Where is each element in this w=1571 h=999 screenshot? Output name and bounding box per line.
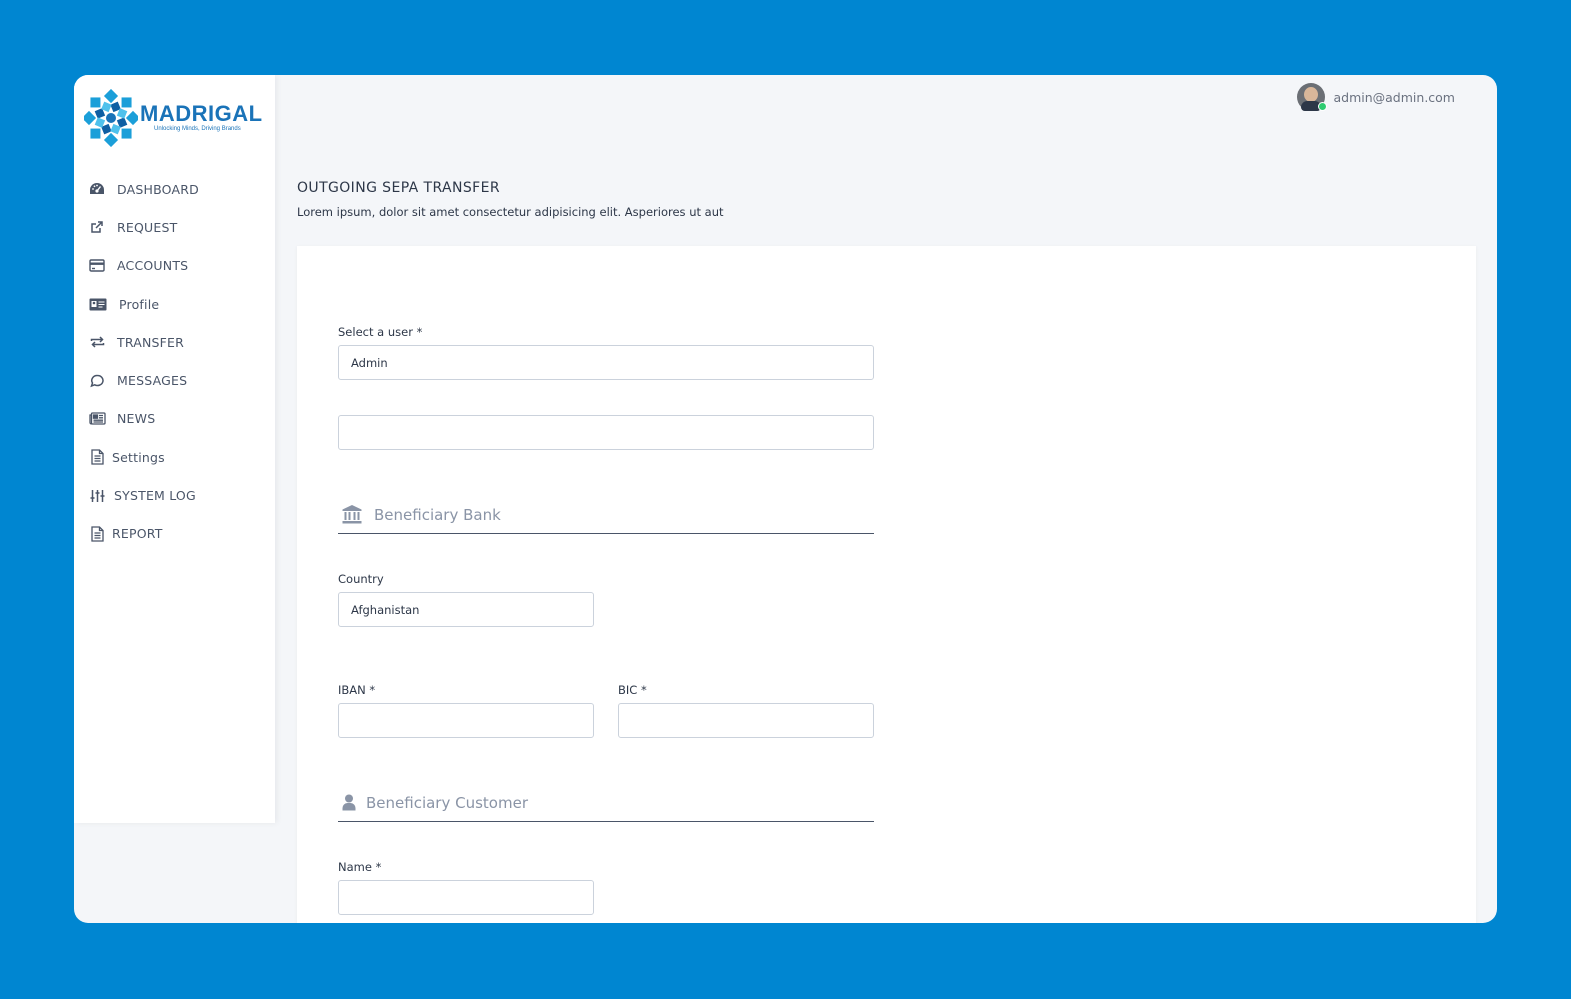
sidebar-item-messages[interactable]: MESSAGES	[74, 361, 275, 399]
secondary-select-field[interactable]	[338, 415, 874, 450]
sidebar-item-request[interactable]: REQUEST	[74, 208, 275, 246]
brand-name: MADRIGAL	[140, 101, 263, 126]
country-field[interactable]: Afghanistan	[338, 592, 594, 627]
sidebar-item-label: REQUEST	[117, 219, 178, 235]
sidebar-item-report[interactable]: REPORT	[74, 515, 275, 553]
dashboard-gauge-icon	[88, 181, 106, 197]
avatar[interactable]	[1297, 83, 1328, 111]
sidebar-item-label: REPORT	[112, 526, 163, 542]
bank-icon	[342, 505, 362, 524]
sidebar-item-label: ACCOUNTS	[117, 258, 189, 274]
id-card-icon	[88, 296, 108, 312]
beneficiary-customer-title: Beneficiary Customer	[366, 793, 528, 812]
sidebar-item-news[interactable]: NEWS	[74, 400, 275, 438]
sidebar-item-settings[interactable]: Settings	[74, 438, 275, 476]
iban-field[interactable]	[338, 703, 594, 738]
sidebar-item-label: TRANSFER	[117, 334, 185, 350]
sliders-icon	[88, 488, 106, 504]
user-menu[interactable]: admin@admin.com	[1297, 83, 1455, 111]
beneficiary-bank-title: Beneficiary Bank	[374, 505, 501, 524]
sidebar-item-label: SYSTEM LOG	[114, 488, 196, 504]
sidebar-item-accounts[interactable]: ACCOUNTS	[74, 247, 275, 285]
sidebar: MADRIGAL Unlocking Minds, Driving Brands…	[74, 75, 275, 823]
sidebar-item-label: Profile	[119, 296, 160, 312]
credit-card-icon	[88, 258, 106, 274]
bic-field[interactable]	[618, 703, 874, 738]
external-link-icon	[88, 219, 106, 235]
page-header: OUTGOING SEPA TRANSFER Lorem ipsum, dolo…	[297, 180, 724, 219]
user-email: admin@admin.com	[1333, 89, 1455, 105]
transfer-form-card: Select a user * Admin Beneficiary Bank C…	[297, 246, 1476, 923]
country-label: Country	[338, 572, 384, 586]
online-status-icon	[1318, 102, 1328, 111]
brand-tagline: Unlocking Minds, Driving Brands	[154, 126, 241, 132]
sidebar-item-system-log[interactable]: SYSTEM LOG	[74, 476, 275, 514]
sidebar-nav: DASHBOARD REQUEST ACCOUNTS Profile TRANS…	[74, 170, 275, 553]
user-icon	[342, 794, 356, 811]
transfer-arrows-icon	[88, 334, 106, 350]
name-field[interactable]	[338, 880, 594, 915]
madrigal-logo-icon	[84, 89, 138, 147]
bic-label: BIC *	[618, 683, 647, 697]
sidebar-item-profile[interactable]: Profile	[74, 285, 275, 323]
name-label: Name *	[338, 860, 382, 874]
sidebar-item-label: NEWS	[117, 411, 156, 427]
page-subtitle: Lorem ipsum, dolor sit amet consectetur …	[297, 205, 724, 219]
select-user-label: Select a user *	[338, 325, 423, 339]
sidebar-item-label: DASHBOARD	[117, 181, 199, 197]
select-user-field[interactable]: Admin	[338, 345, 874, 380]
app-window: MADRIGAL Unlocking Minds, Driving Brands…	[74, 75, 1497, 923]
beneficiary-customer-section: Beneficiary Customer	[338, 784, 874, 822]
page-title: OUTGOING SEPA TRANSFER	[297, 180, 500, 196]
brand-logo[interactable]: MADRIGAL Unlocking Minds, Driving Brands	[84, 87, 264, 149]
sidebar-item-transfer[interactable]: TRANSFER	[74, 323, 275, 361]
newspaper-icon	[88, 411, 106, 427]
iban-label: IBAN *	[338, 683, 376, 697]
document-icon	[88, 526, 106, 542]
sidebar-item-label: Settings	[112, 449, 165, 465]
beneficiary-bank-section: Beneficiary Bank	[338, 496, 874, 534]
document-icon	[88, 449, 106, 465]
chat-bubble-icon	[88, 373, 106, 389]
sidebar-item-label: MESSAGES	[117, 373, 188, 389]
sidebar-item-dashboard[interactable]: DASHBOARD	[74, 170, 275, 208]
